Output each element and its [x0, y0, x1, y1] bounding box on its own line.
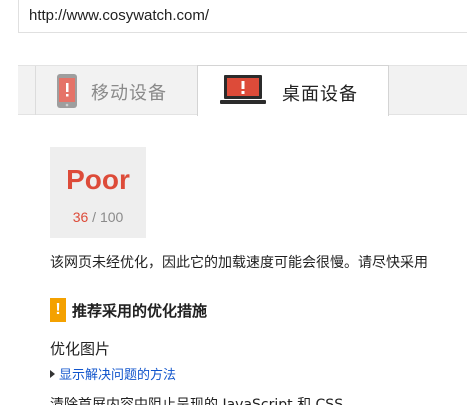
- score-max: 100: [99, 209, 124, 225]
- tab-mobile[interactable]: 移动设备: [37, 66, 215, 115]
- section-heading: ! 推荐采用的优化措施: [50, 298, 207, 322]
- next-rule-title: 清除首屏内容中阻止呈现的 JavaScript 和 CSS: [50, 397, 467, 405]
- triangle-right-icon: [50, 369, 55, 378]
- laptop-icon: [220, 75, 266, 104]
- score-box: Poor 36 / 100: [50, 147, 146, 238]
- score-separator: /: [88, 209, 100, 225]
- phone-icon: [57, 74, 77, 108]
- next-rule-text: 清除首屏内容中阻止呈现的 JavaScript 和 CSS: [50, 397, 344, 405]
- section-title: 推荐采用的优化措施: [72, 301, 208, 320]
- rule-title: 优化图片: [50, 340, 111, 358]
- score-number: 36 / 100: [50, 209, 146, 225]
- show-fix-link-label: 显示解决问题的方法: [59, 368, 177, 383]
- tab-desktop-label: 桌面设备: [282, 84, 358, 105]
- tab-mobile-label: 移动设备: [91, 83, 167, 104]
- tab-desktop[interactable]: 桌面设备: [197, 65, 389, 116]
- score-rating: Poor: [66, 164, 130, 195]
- summary-text: 该网页未经优化，因此它的加载速度可能会很慢。请尽快采用: [50, 255, 428, 271]
- address-url: http://www.cosywatch.com/: [29, 7, 210, 24]
- show-fix-link[interactable]: 显示解决问题的方法: [50, 364, 176, 383]
- device-tab-strip: 移动设备 桌面设备: [18, 65, 467, 116]
- tab-divider: [35, 66, 36, 115]
- score-value: 36: [72, 209, 89, 225]
- address-bar[interactable]: http://www.cosywatch.com/: [18, 0, 467, 33]
- warning-icon: !: [50, 298, 66, 322]
